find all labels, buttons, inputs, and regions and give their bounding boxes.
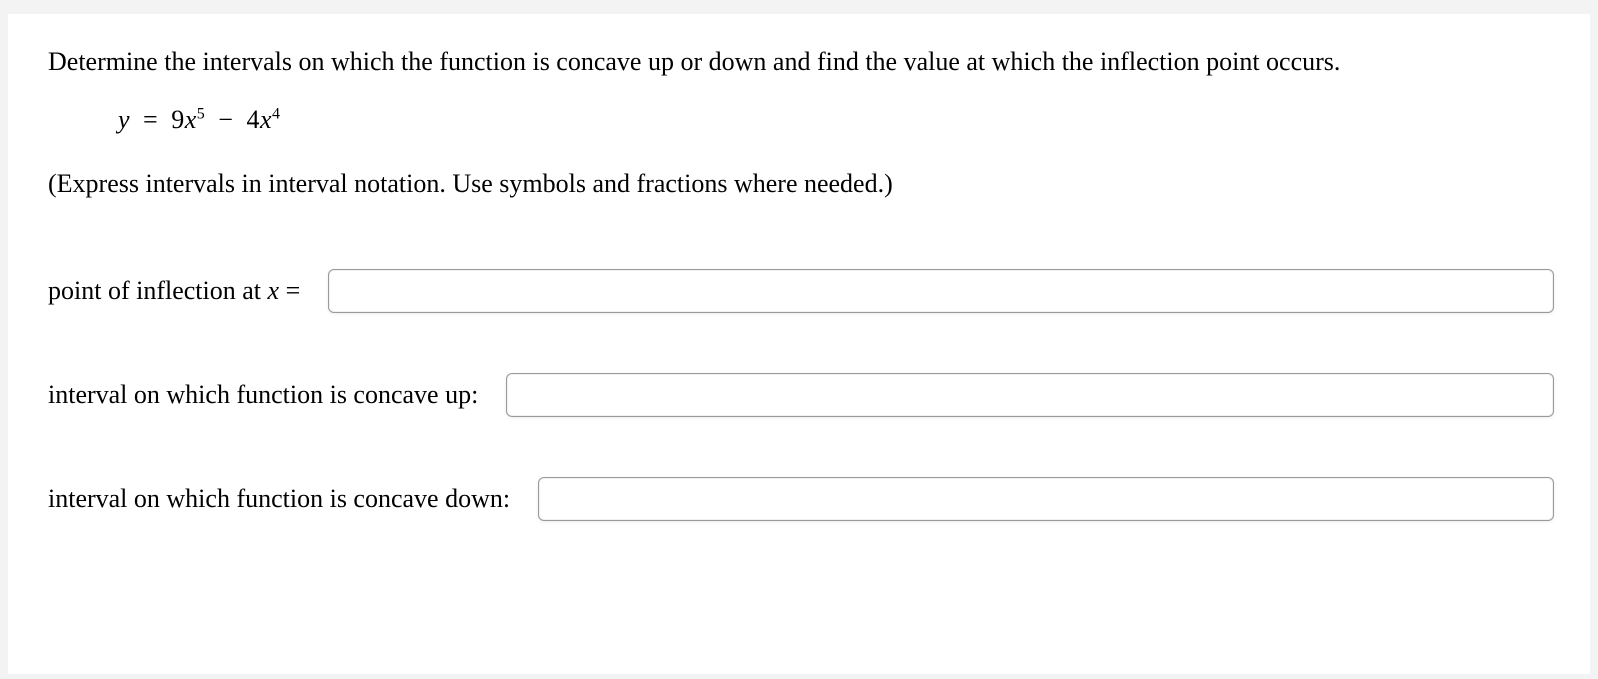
concave-up-input[interactable] [506, 373, 1554, 417]
equation-term2-var: x [260, 105, 272, 134]
equation-term2-coef: 4 [246, 105, 260, 134]
answer-row-concave-up: interval on which function is concave up… [48, 373, 1554, 417]
equation-minus: − [218, 105, 233, 134]
inflection-input[interactable] [328, 269, 1554, 313]
inflection-label: point of inflection at x = [48, 276, 300, 306]
equation-equals: = [143, 105, 158, 134]
concave-up-label: interval on which function is concave up… [48, 380, 478, 410]
equation-term1-coef: 9 [171, 105, 185, 134]
equation-term1-var: x [185, 105, 197, 134]
equation-term1-exp: 5 [197, 105, 206, 122]
question-equation: y = 9x5 − 4x4 [118, 105, 1554, 135]
equation-lhs-var: y [118, 105, 130, 134]
equation-term2-exp: 4 [272, 105, 281, 122]
inflection-label-equals: = [279, 276, 300, 305]
inflection-label-var: x [268, 276, 280, 305]
concave-down-input[interactable] [538, 477, 1554, 521]
question-hint: (Express intervals in interval notation.… [48, 169, 1554, 199]
answer-row-concave-down: interval on which function is concave do… [48, 477, 1554, 521]
inflection-label-prefix: point of inflection at [48, 276, 268, 305]
answer-row-inflection: point of inflection at x = [48, 269, 1554, 313]
concave-down-label: interval on which function is concave do… [48, 484, 510, 514]
question-prompt: Determine the intervals on which the fun… [48, 44, 1554, 79]
page-top-spacer [0, 0, 1598, 14]
question-card: Determine the intervals on which the fun… [8, 14, 1590, 674]
